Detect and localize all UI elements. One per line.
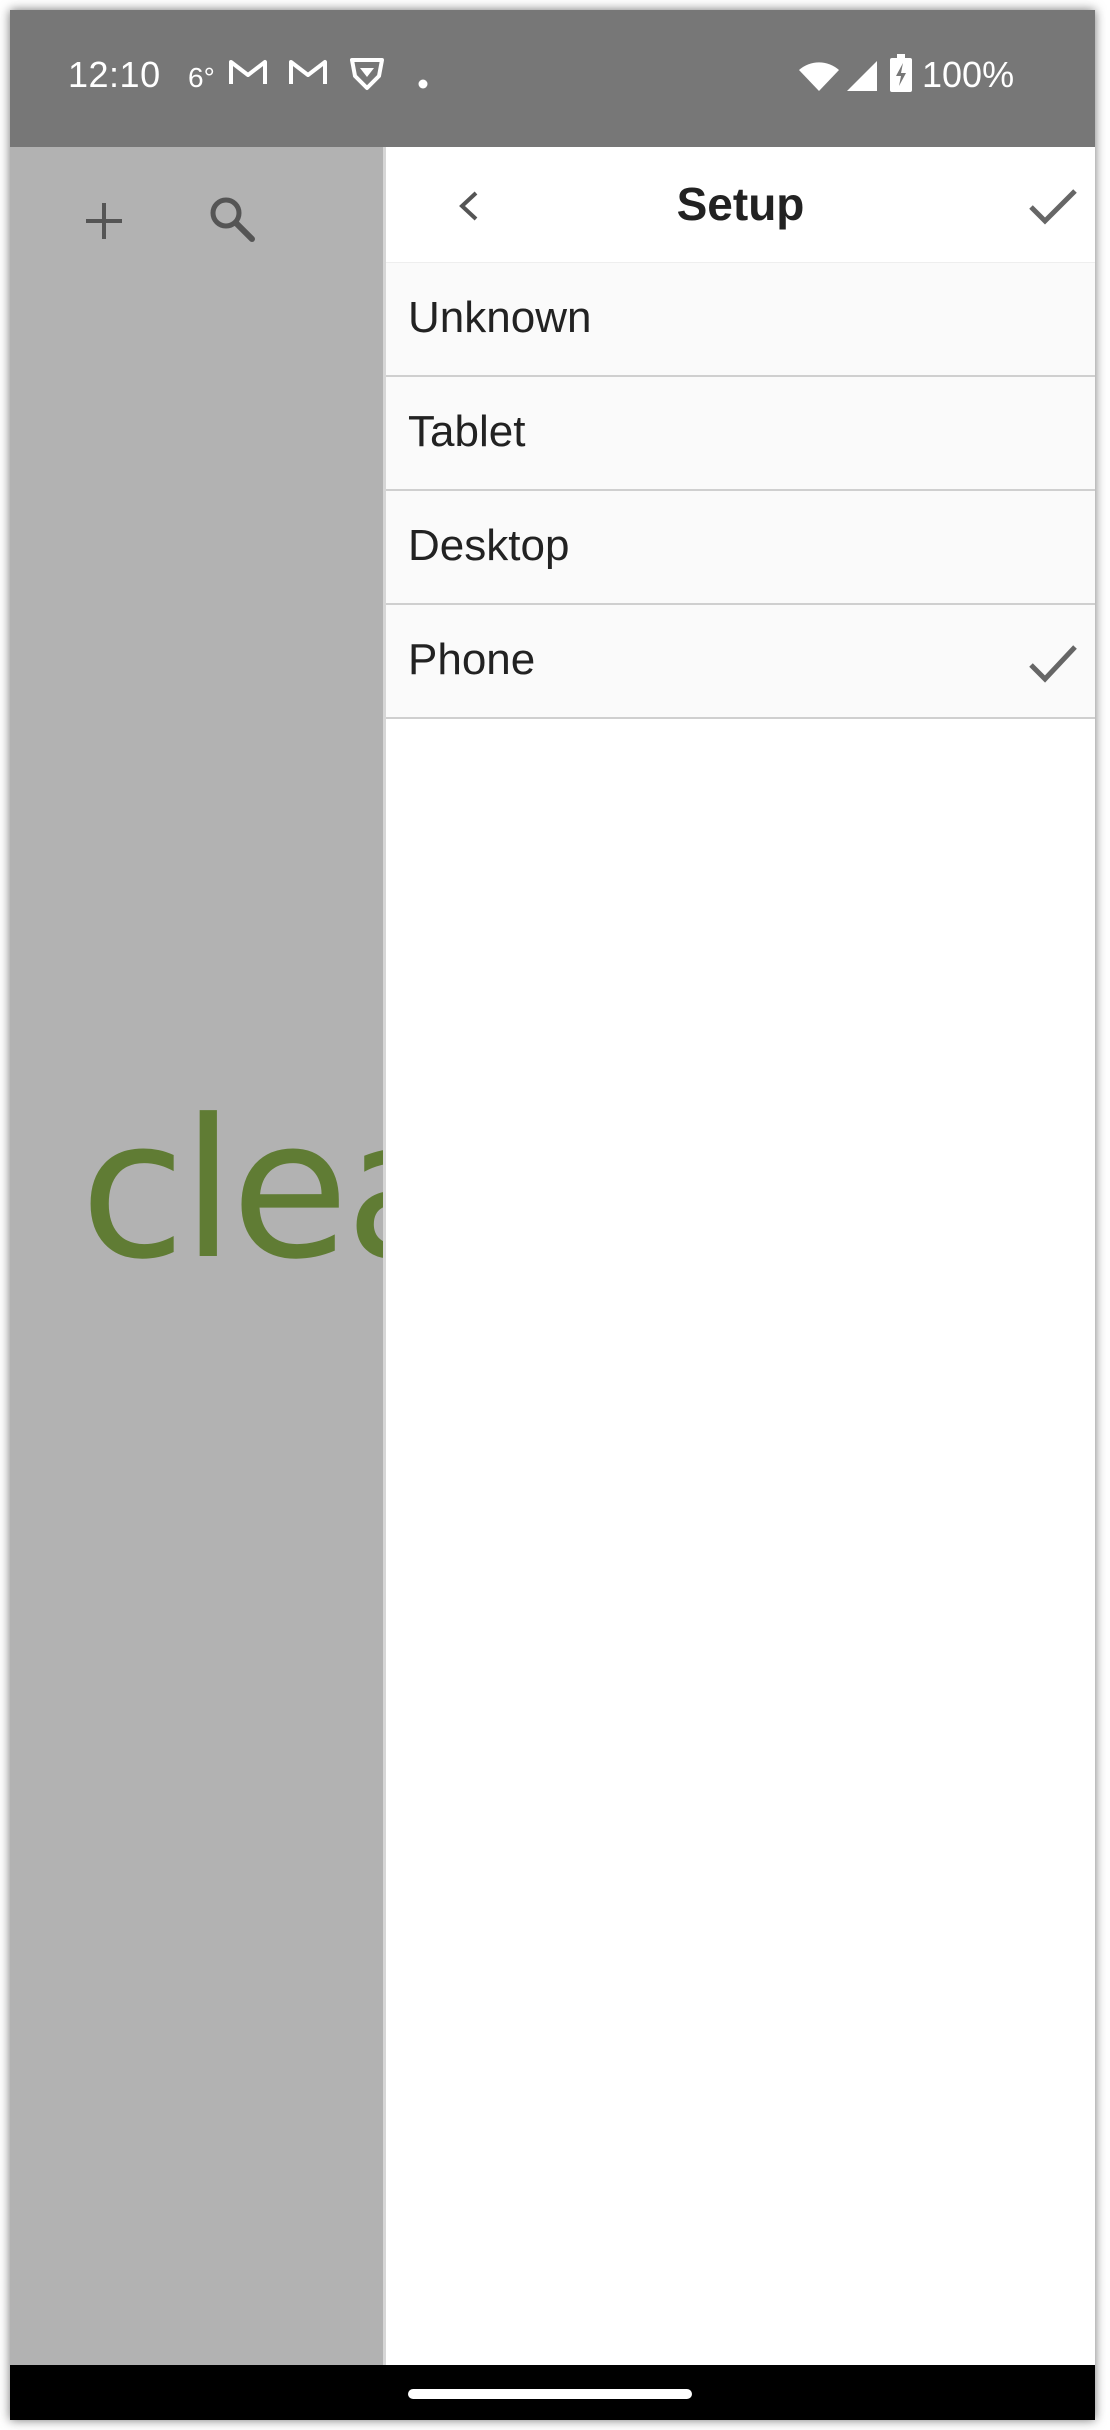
option-label: Unknown bbox=[408, 293, 592, 342]
option-label: Tablet bbox=[408, 407, 526, 456]
wifi-icon bbox=[798, 60, 840, 97]
option-label: Phone bbox=[408, 635, 536, 684]
setup-panel: Setup Unknown Tablet Desktop Phone bbox=[383, 147, 1095, 2365]
battery-charging-icon bbox=[890, 54, 912, 97]
weather-temp: 6° bbox=[188, 62, 215, 93]
notification-dot-icon bbox=[418, 76, 428, 94]
navigation-bar bbox=[10, 2365, 1095, 2420]
page-title: Setup bbox=[676, 178, 805, 230]
option-phone[interactable]: Phone bbox=[386, 605, 1095, 719]
option-desktop[interactable]: Desktop bbox=[386, 491, 1095, 605]
home-gesture-handle[interactable] bbox=[408, 2389, 692, 2399]
status-time: 12:10 bbox=[68, 54, 161, 95]
panel-header: Setup bbox=[386, 147, 1095, 263]
device-screen: 12:10 6° 100% clea Setup Unknown Tablet … bbox=[10, 10, 1095, 2420]
search-icon[interactable] bbox=[208, 195, 256, 248]
option-tablet[interactable]: Tablet bbox=[386, 377, 1095, 491]
check-icon bbox=[1025, 639, 1081, 692]
vpn-shield-icon bbox=[348, 56, 386, 97]
option-label: Desktop bbox=[408, 521, 570, 570]
signal-icon bbox=[846, 60, 878, 97]
gmail-icon bbox=[288, 56, 328, 93]
battery-percent: 100% bbox=[922, 54, 1015, 95]
check-icon bbox=[1029, 189, 1077, 225]
option-unknown[interactable]: Unknown bbox=[386, 263, 1095, 377]
add-icon[interactable] bbox=[82, 199, 126, 248]
status-bar: 12:10 6° 100% bbox=[10, 10, 1095, 147]
confirm-button[interactable] bbox=[1017, 171, 1087, 241]
gmail-icon bbox=[228, 56, 268, 93]
